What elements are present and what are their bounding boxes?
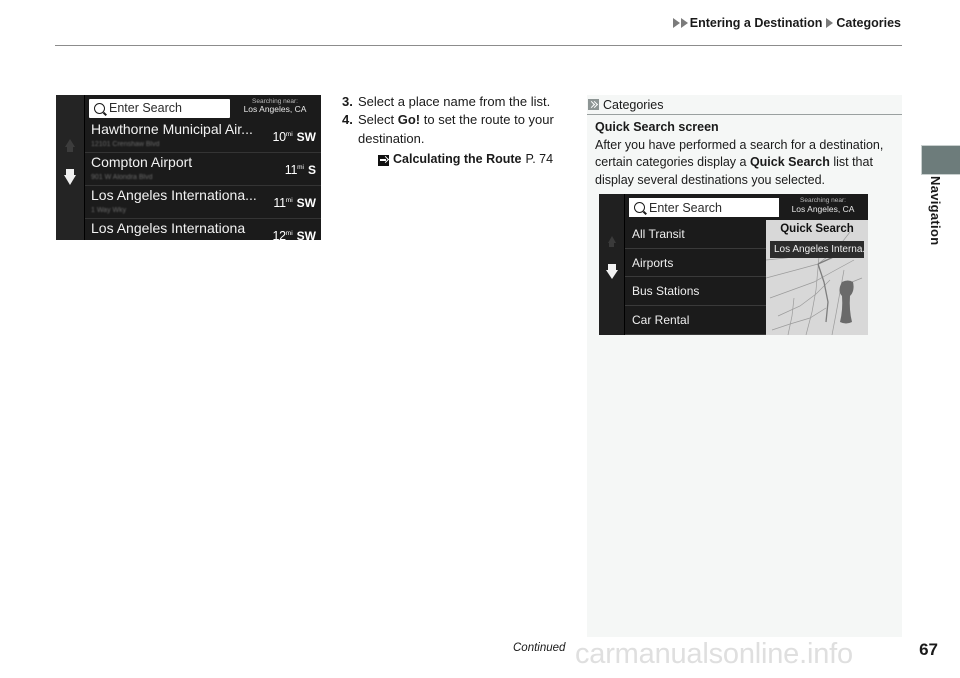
note-subtitle: Quick Search screen <box>595 120 719 134</box>
reference-arrow-icon <box>378 154 389 166</box>
search-input-placeholder: Enter Search <box>109 101 182 115</box>
page-header: Entering a Destination Categories <box>55 16 901 46</box>
breadcrumb-section: Entering a Destination <box>689 16 823 30</box>
quick-search-bar: Enter Search Searching near: Los Angeles… <box>625 194 868 220</box>
step-number: 4. <box>342 112 353 128</box>
search-bar: Enter Search Searching near: Los Angeles… <box>85 95 321 120</box>
result-address: 901 W Alondra Blvd <box>91 174 153 181</box>
result-address: 1 Way Wky <box>91 207 127 214</box>
result-distance-value: 12 <box>272 229 286 240</box>
section-tab-marker <box>921 145 960 175</box>
breadcrumb: Entering a Destination Categories <box>672 16 901 30</box>
map-graphic <box>766 220 868 335</box>
result-name: Los Angeles Internationa... <box>91 187 257 203</box>
quick-search-content: All Transit Airports Bus Stations Car Re… <box>625 220 868 335</box>
breadcrumb-arrow-icon <box>672 18 680 28</box>
searching-near-button[interactable]: Searching near: Los Angeles, CA <box>233 97 317 119</box>
category-list: All Transit Airports Bus Stations Car Re… <box>625 220 766 335</box>
result-address: 12101 Crenshaw Blvd <box>91 141 160 148</box>
searching-near-value: Los Angeles, CA <box>791 203 855 214</box>
result-name: Compton Airport <box>91 154 193 170</box>
result-direction: S <box>307 163 316 177</box>
result-distance: 10 mi SW <box>272 130 316 144</box>
searching-near-button[interactable]: Searching near: Los Angeles, CA <box>782 197 864 218</box>
result-distance-unit: mi <box>285 131 293 138</box>
cross-reference-page: P. 74 <box>525 152 554 167</box>
category-row[interactable]: Bus Stations <box>625 277 766 307</box>
result-name: Los Angeles Internationa <box>91 220 246 236</box>
breadcrumb-arrow-icon-3 <box>826 18 834 28</box>
results-scrollbar[interactable] <box>56 95 85 240</box>
cross-reference-title: Calculating the Route <box>393 152 522 167</box>
breadcrumb-arrow-icon-2 <box>680 18 688 28</box>
page-number: 67 <box>919 640 938 659</box>
result-row[interactable]: Compton Airport 901 W Alondra Blvd 11 mi S <box>85 153 321 186</box>
search-icon <box>634 202 645 213</box>
result-direction: SW <box>296 229 316 240</box>
result-direction: SW <box>296 130 316 144</box>
watermark: carmanualsonline.info <box>575 638 853 670</box>
searching-near-value: Los Angeles, CA <box>243 104 307 115</box>
result-distance-value: 11 <box>273 196 286 210</box>
step-text: Select Go! to set the route to your dest… <box>358 111 572 148</box>
search-results-screenshot: Enter Search Searching near: Los Angeles… <box>56 95 321 240</box>
step-text-part: Select a place name from the list. <box>358 94 551 109</box>
search-input[interactable]: Enter Search <box>629 198 779 217</box>
results-list-column: Enter Search Searching near: Los Angeles… <box>85 95 321 240</box>
continued-label: Continued <box>513 642 566 654</box>
cross-reference[interactable]: Calculating the Route P. 74 <box>378 151 572 169</box>
note-panel-header: Categories <box>587 95 902 115</box>
instruction-steps: 3. Select a place name from the list. 4.… <box>342 93 572 169</box>
scroll-down-arrow-icon[interactable] <box>605 264 618 279</box>
category-row[interactable]: Car Rental <box>625 306 766 335</box>
note-panel: Categories Quick Search screen After you… <box>587 95 902 637</box>
result-distance-value: 11 <box>284 163 298 177</box>
note-text: After you have performed a search for a … <box>595 137 895 190</box>
breadcrumb-subsection: Categories <box>836 16 901 30</box>
section-tab-label: Navigation <box>928 176 943 246</box>
result-distance-value: 10 <box>272 130 286 144</box>
result-row[interactable]: Los Angeles Internationa 12 mi SW <box>85 219 321 240</box>
result-row[interactable]: Hawthorne Municipal Air... 12101 Crensha… <box>85 120 321 153</box>
double-chevron-icon <box>588 99 599 110</box>
step-number: 3. <box>342 94 353 109</box>
result-distance: 11 mi SW <box>273 196 316 210</box>
quick-search-screenshot: Enter Search Searching near: Los Angeles… <box>599 194 868 335</box>
scroll-up-arrow-icon[interactable] <box>607 236 616 247</box>
step-text-part: Select <box>358 112 398 128</box>
step-text: Select a place name from the list. <box>358 93 572 111</box>
result-distance: 12 mi SW <box>272 229 316 240</box>
search-input[interactable]: Enter Search <box>89 98 230 118</box>
result-distance: 11 mi S <box>285 163 316 177</box>
quick-search-map-title: Quick Search <box>780 223 854 235</box>
result-distance-unit: mi <box>297 164 304 171</box>
category-row[interactable]: All Transit <box>625 220 766 249</box>
search-input-placeholder: Enter Search <box>649 200 722 215</box>
result-name: Hawthorne Municipal Air... <box>91 121 253 137</box>
quick-search-scrollbar[interactable] <box>599 194 625 335</box>
step-item: 3. Select a place name from the list. <box>342 93 572 111</box>
note-panel-title: Categories <box>603 97 664 112</box>
quick-search-destination-chip[interactable]: Los Angeles Interna... <box>770 241 864 258</box>
result-distance-unit: mi <box>285 230 293 237</box>
note-text-emphasis: Quick Search <box>749 155 830 169</box>
step-text-emphasis: Go! <box>397 112 421 128</box>
result-direction: SW <box>296 196 316 210</box>
result-distance-unit: mi <box>285 197 293 204</box>
note-panel-body: Quick Search screen After you have perfo… <box>595 119 895 189</box>
quick-search-main: Enter Search Searching near: Los Angeles… <box>625 194 868 335</box>
quick-search-map-pane[interactable]: Quick Search Los Angeles Interna... <box>766 220 868 335</box>
search-icon <box>94 102 105 114</box>
header-divider <box>55 45 902 46</box>
scroll-up-arrow-icon[interactable] <box>65 139 75 152</box>
step-item: 4. Select Go! to set the route to your d… <box>342 111 572 148</box>
scroll-down-arrow-icon[interactable] <box>64 169 76 185</box>
category-row[interactable]: Airports <box>625 249 766 278</box>
result-row[interactable]: Los Angeles Internationa... 1 Way Wky 11… <box>85 186 321 219</box>
